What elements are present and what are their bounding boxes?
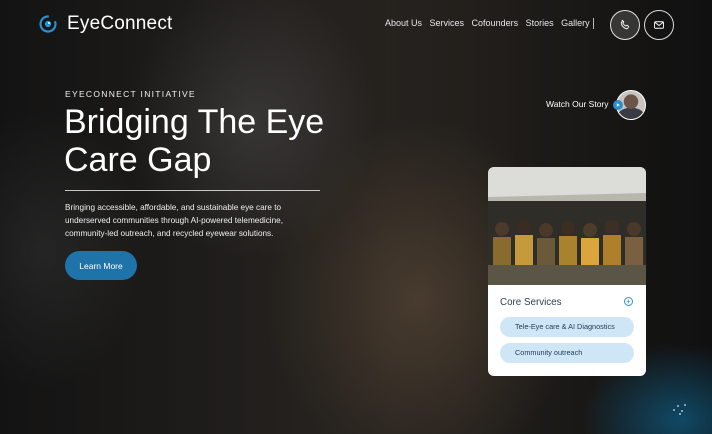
play-icon [613,100,623,110]
hero-description: Bringing accessible, affordable, and sus… [65,203,283,239]
community-photo [488,167,646,285]
hero-headline: Bridging The Eye Care Gap [64,103,325,179]
plus-icon[interactable]: + [624,297,633,306]
service-pill-tele-eye-care[interactable]: Tele-Eye care & AI Diagnostics [500,317,634,337]
core-services-card: Core Services + Tele-Eye care & AI Diagn… [488,167,646,376]
nav-link-gallery[interactable]: Gallery [561,18,590,28]
hero-divider [65,190,320,191]
top-navigation: EyeConnect About Us Services Cofounders … [0,0,712,50]
nav-divider [593,18,594,29]
sparkle-decoration [673,404,686,415]
service-pill-community-outreach[interactable]: Community outreach [500,343,634,363]
mail-icon [654,21,664,29]
nav-link-cofounders[interactable]: Cofounders [472,18,519,28]
mail-button[interactable] [644,10,674,40]
nav-link-stories[interactable]: Stories [526,18,554,28]
phone-button[interactable] [610,10,640,40]
watch-story-label[interactable]: Watch Our Story [546,99,609,109]
phone-icon [620,19,630,30]
brand-logo[interactable]: EyeConnect [38,14,173,34]
nav-links: About Us Services Cofounders Stories Gal… [385,18,597,28]
learn-more-button[interactable]: Learn More [65,251,137,280]
brand-name: EyeConnect [67,13,173,34]
nav-link-about-us[interactable]: About Us [385,18,422,28]
hero-eyebrow: EYECONNECT INITIATIVE [65,89,196,99]
nav-link-services[interactable]: Services [430,18,465,28]
eye-logo-icon [39,15,57,33]
core-services-title: Core Services [500,297,562,308]
